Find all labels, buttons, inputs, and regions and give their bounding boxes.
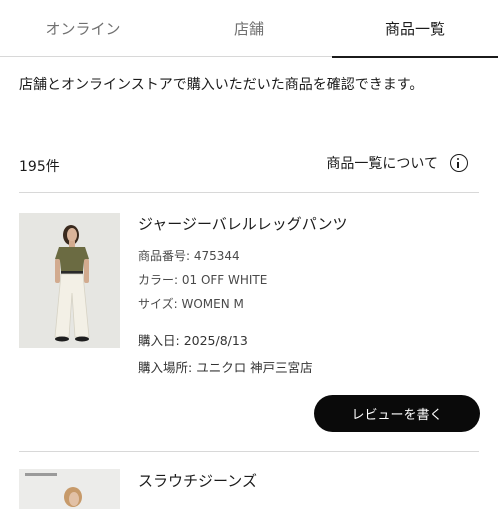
tab-online[interactable]: オンライン [0,0,166,57]
tab-store[interactable]: 店舗 [166,0,332,57]
info-icon [450,154,468,172]
product-number: 商品番号: 475344 [138,247,240,264]
color-label: カラー: [138,273,182,287]
description-text: 店舗とオンラインストアで購入いただいた商品を確認できます。 [19,77,424,93]
product-number-label: 商品番号: [138,249,194,263]
about-product-list-link[interactable]: 商品一覧について [326,153,468,173]
purchase-place-label: 購入場所: [138,360,197,375]
tab-bar: オンライン 店舗 商品一覧 [0,0,498,58]
product-name[interactable]: ジャージーバレルレッグパンツ [138,213,348,234]
purchase-place: 購入場所: ユニクロ 神戸三宮店 [138,357,313,376]
purchase-place-value: ユニクロ 神戸三宮店 [196,360,313,375]
product-name[interactable]: スラウチジーンズ [138,470,257,491]
product-number-value: 475344 [193,249,240,263]
item-count: 195件 [19,159,60,175]
write-review-button[interactable]: レビューを書く [314,395,480,432]
size-value: WOMEN M [181,297,244,311]
purchase-date: 購入日: 2025/8/13 [138,330,248,349]
size-label: サイズ: [138,297,182,311]
divider [19,192,479,193]
purchase-date-value: 2025/8/13 [183,333,248,348]
divider [19,451,479,452]
color-value: 01 OFF WHITE [181,273,268,287]
product-size: サイズ: WOMEN M [138,295,244,312]
product-color: カラー: 01 OFF WHITE [138,271,267,288]
product-image[interactable] [19,213,120,348]
tab-product-list[interactable]: 商品一覧 [332,0,498,58]
about-label: 商品一覧について [326,156,438,172]
product-image[interactable] [19,469,120,509]
purchase-date-label: 購入日: [138,333,184,348]
